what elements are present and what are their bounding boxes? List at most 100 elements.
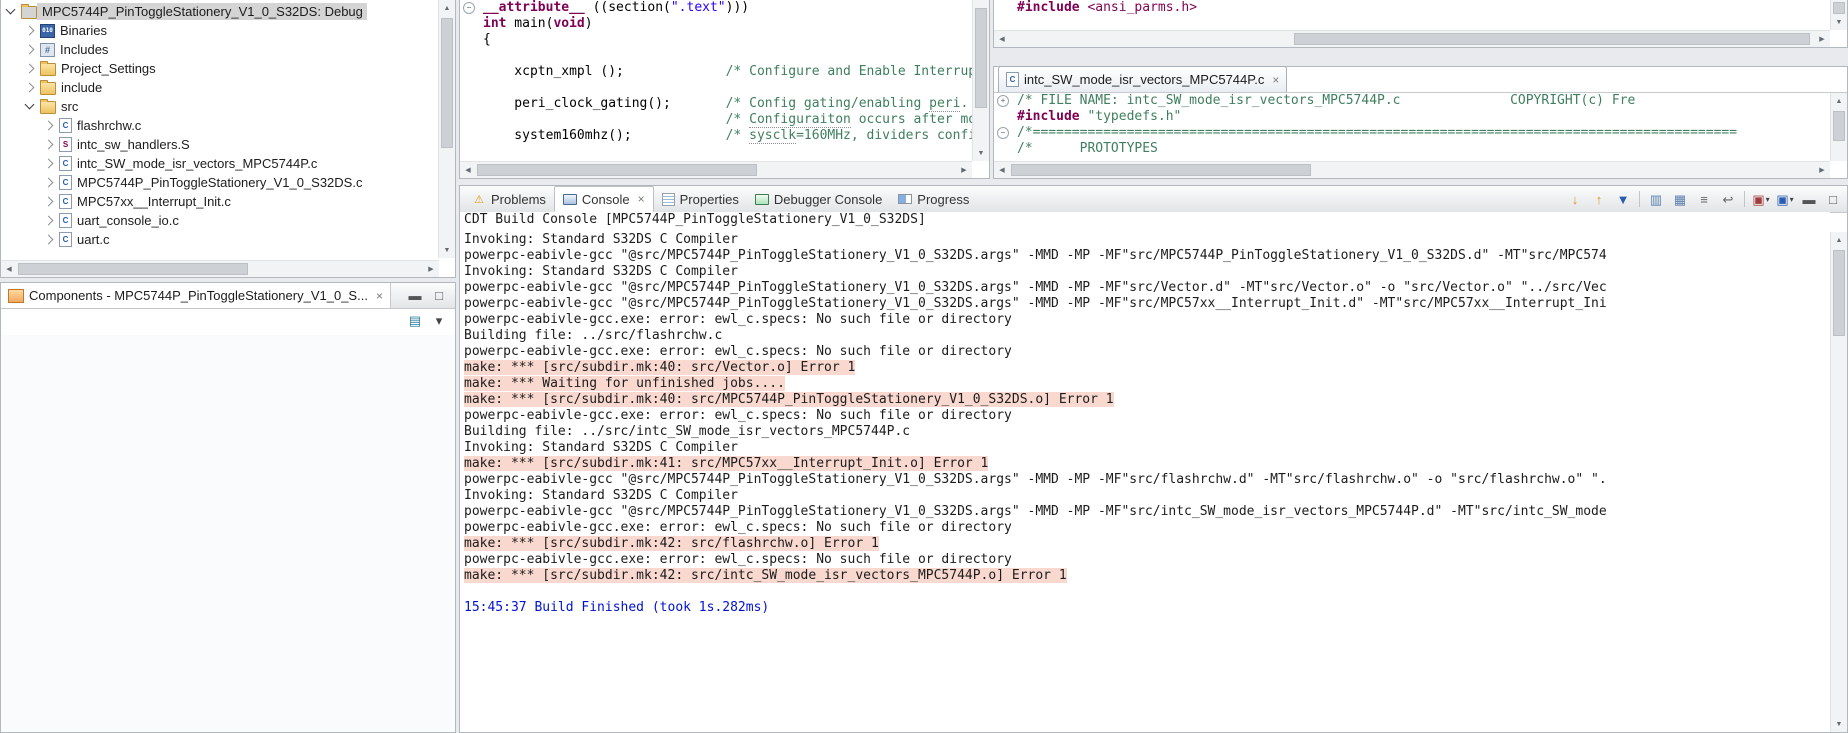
console-vertical-scrollbar[interactable]: ▲ ▼ (1830, 232, 1847, 732)
editor-horizontal-scrollbar[interactable]: ◀ ▶ (994, 161, 1830, 178)
scroll-left-icon[interactable]: ◀ (460, 162, 476, 178)
project-tree-horizontal-scrollbar[interactable]: ◀ ▶ (1, 260, 439, 277)
minimize-view-button[interactable]: ▬ (404, 286, 426, 306)
close-icon[interactable]: × (1272, 73, 1279, 87)
code-line[interactable]: system160mhz(); /* sysclk=160MHz, divide… (460, 128, 972, 144)
expand-arrow-icon[interactable] (43, 196, 54, 207)
code-line[interactable]: xcptn_xmpl (); /* Configure and Enable I… (460, 64, 972, 80)
tree-item-intc-sw-handlers-s[interactable]: intc_sw_handlers.S (1, 135, 438, 154)
tab-components[interactable]: Components - MPC5744P_PinToggleStationer… (1, 283, 391, 308)
console-output[interactable]: Invoking: Standard S32DS C Compiler power… (460, 232, 1830, 732)
scroll-left-icon[interactable]: ◀ (1, 261, 17, 277)
tree-item-src[interactable]: src (1, 97, 438, 116)
collapse-arrow-icon[interactable] (5, 4, 16, 15)
collapse-arrow-icon[interactable] (24, 99, 35, 110)
collapse-all-button[interactable]: ▤ (404, 310, 426, 330)
copy-build-log-button[interactable]: ▥ (1645, 189, 1667, 209)
tree-item-mpc5744p-pintogglestationery-v1-0-s32ds-debug[interactable]: MPC5744P_PinToggleStationery_V1_0_S32DS:… (1, 2, 438, 21)
scrollbar-thumb[interactable] (975, 8, 987, 108)
next-error-button[interactable]: ↓ (1564, 189, 1586, 209)
scrollbar-thumb[interactable] (1294, 33, 1810, 45)
tree-item-binaries[interactable]: Binaries (1, 21, 438, 40)
fold-minus-icon[interactable]: − (463, 2, 475, 14)
scroll-left-icon[interactable]: ◀ (994, 162, 1010, 178)
scroll-down-icon[interactable]: ▼ (973, 145, 989, 161)
scroll-down-icon[interactable]: ▼ (1831, 14, 1847, 30)
fold-plus-icon[interactable]: + (997, 95, 1009, 107)
code-line[interactable]: −/*=====================================… (994, 125, 1830, 141)
tree-item-mpc5744p-pintogglestationery-v1-0-s32ds-c[interactable]: MPC5744P_PinToggleStationery_V1_0_S32DS.… (1, 173, 438, 192)
expand-arrow-icon[interactable] (24, 82, 35, 93)
editor-center-code[interactable]: − __attribute__ ((section(".text"))) int m… (460, 0, 972, 161)
open-console-button[interactable]: ▣ ▾ (1774, 189, 1796, 209)
code-line[interactable]: /* PROTOTYPES (994, 141, 1830, 157)
code-line[interactable] (460, 48, 972, 64)
code-line[interactable]: − __attribute__ ((section(".text"))) (460, 0, 972, 16)
expand-arrow-icon[interactable] (43, 215, 54, 226)
editor-right-top-code[interactable]: #include <ansi_parms.h> (994, 0, 1830, 30)
expand-arrow-icon[interactable] (43, 177, 54, 188)
code-line[interactable]: int main(void) (460, 16, 972, 32)
scrollbar-thumb[interactable] (1833, 250, 1845, 336)
tree-item-uart-c[interactable]: uart.c (1, 230, 438, 249)
editor-vertical-scrollbar[interactable]: ▼ (972, 0, 989, 161)
code-line[interactable]: + /* FILE NAME: intc_SW_mode_isr_vectors_… (994, 93, 1830, 109)
expand-arrow-icon[interactable] (43, 139, 54, 150)
tree-item-mpc57xx-interrupt-init-c[interactable]: MPC57xx__Interrupt_Init.c (1, 192, 438, 211)
editor-vertical-scrollbar[interactable]: ▲ (1830, 93, 1847, 161)
scrollbar-thumb[interactable] (477, 164, 757, 176)
code-line[interactable] (460, 80, 972, 96)
expand-arrow-icon[interactable] (43, 234, 54, 245)
scroll-right-icon[interactable]: ▶ (423, 261, 439, 277)
clear-console-button[interactable]: ▦ (1669, 189, 1691, 209)
tree-item-includes[interactable]: Includes (1, 40, 438, 59)
code-line[interactable]: #include <ansi_parms.h> (994, 0, 1830, 16)
scrollbar-thumb[interactable] (1833, 111, 1845, 141)
editor-vertical-scrollbar[interactable]: ▼ (1830, 0, 1847, 30)
scroll-right-icon[interactable]: ▶ (1814, 31, 1830, 47)
tree-item-include[interactable]: include (1, 78, 438, 97)
code-line[interactable]: { (460, 32, 972, 48)
scroll-right-icon[interactable]: ▶ (956, 162, 972, 178)
code-line[interactable]: peri_clock_gating(); /* Config gating/en… (460, 96, 972, 112)
tab-progress[interactable]: Progress (890, 186, 977, 212)
editor-horizontal-scrollbar[interactable]: ◀ ▶ (460, 161, 972, 178)
scrollbar-thumb[interactable] (1833, 2, 1845, 14)
maximize-view-button[interactable]: □ (1822, 189, 1844, 209)
display-selected-console-button[interactable]: ▣ ▾ (1750, 189, 1772, 209)
tab-console[interactable]: Console × (553, 186, 654, 212)
view-menu-button[interactable]: ▾ (428, 310, 450, 330)
scroll-left-icon[interactable]: ◀ (994, 31, 1010, 47)
tree-item-uart-console-io-c[interactable]: uart_console_io.c (1, 211, 438, 230)
word-wrap-button[interactable]: ↩ (1717, 189, 1739, 209)
scrollbar-thumb[interactable] (18, 263, 248, 275)
expand-arrow-icon[interactable] (24, 25, 35, 36)
close-icon[interactable]: × (376, 289, 383, 303)
expand-arrow-icon[interactable] (43, 158, 54, 169)
expand-arrow-icon[interactable] (24, 44, 35, 55)
tab-debugger-console[interactable]: Debugger Console (747, 186, 890, 212)
project-tree-vertical-scrollbar[interactable]: ▲ ▼ (438, 0, 455, 258)
scroll-lock-button[interactable]: ≡ (1693, 189, 1715, 209)
expand-arrow-icon[interactable] (24, 63, 35, 74)
scroll-down-icon[interactable]: ▼ (439, 242, 455, 258)
tree-item-intc-sw-mode-isr-vectors-mpc5744p-c[interactable]: intc_SW_mode_isr_vectors_MPC5744P.c (1, 154, 438, 173)
scroll-up-icon[interactable]: ▲ (1831, 93, 1847, 109)
scroll-up-icon[interactable]: ▲ (439, 0, 455, 16)
fold-minus-icon[interactable]: − (997, 127, 1009, 139)
tree-item-project-settings[interactable]: Project_Settings (1, 59, 438, 78)
scroll-down-icon[interactable]: ▼ (1831, 716, 1847, 732)
scroll-up-icon[interactable]: ▲ (1831, 232, 1847, 248)
tab-intc-sw-mode-isr-vectors-file[interactable]: intc_SW_mode_isr_vectors_MPC5744P.c × (998, 66, 1288, 92)
previous-error-button[interactable]: ↑ (1588, 189, 1610, 209)
tab-properties[interactable]: Properties (654, 186, 747, 212)
code-line[interactable]: #include "typedefs.h" (994, 109, 1830, 125)
dropdown-arrow-icon[interactable]: ▾ (1790, 195, 1794, 204)
close-icon[interactable]: × (638, 192, 645, 206)
scroll-right-icon[interactable]: ▶ (1814, 162, 1830, 178)
code-line[interactable]: /* Configuraiton occurs after mode t (460, 112, 972, 128)
dropdown-arrow-icon[interactable]: ▾ (1766, 195, 1770, 204)
minimize-view-button[interactable]: ▬ (1798, 189, 1820, 209)
scrollbar-thumb[interactable] (441, 18, 453, 148)
maximize-view-button[interactable]: □ (428, 286, 450, 306)
